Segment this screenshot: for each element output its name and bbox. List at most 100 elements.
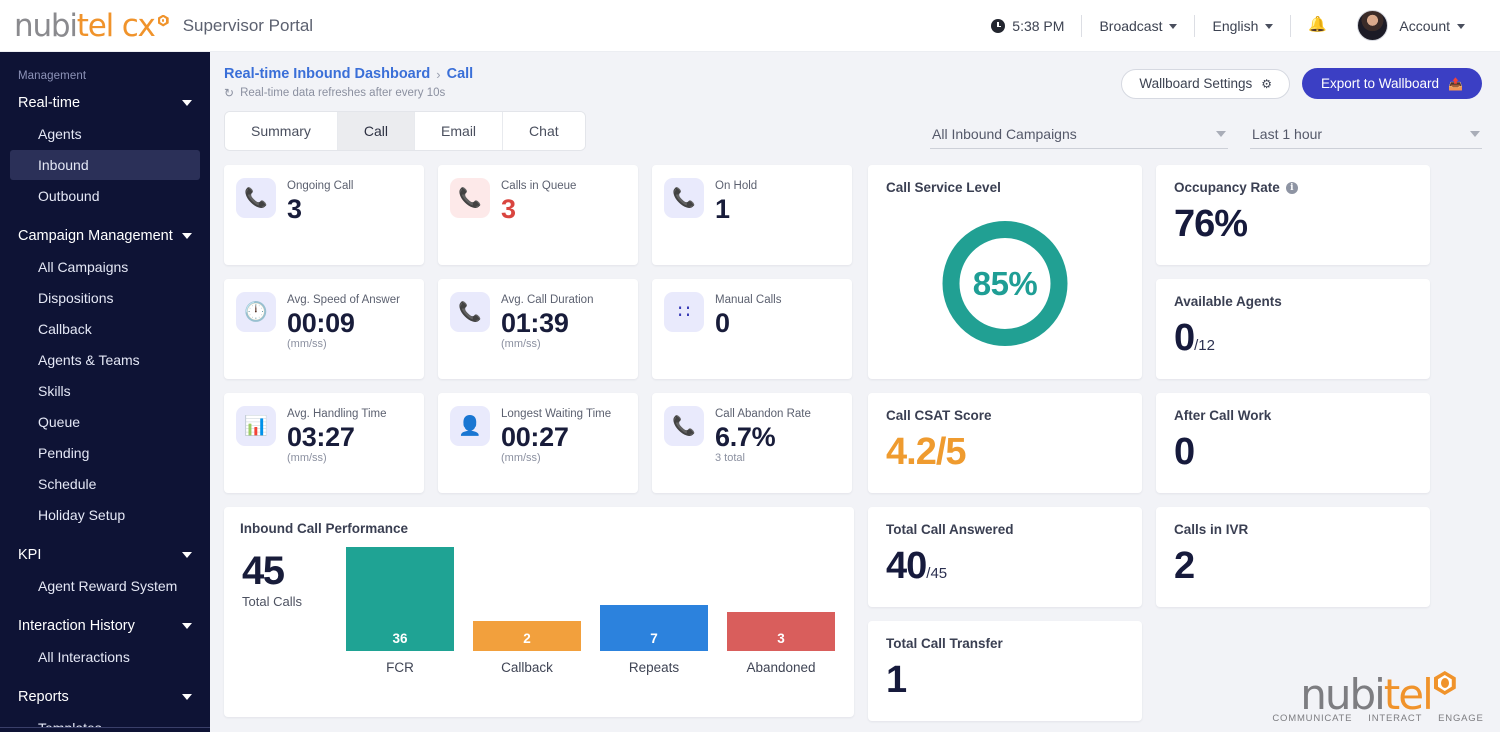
hexagon-icon <box>1433 671 1456 695</box>
sidebar-item-agent-reward-system[interactable]: Agent Reward System <box>10 571 200 601</box>
metric-body: Calls in Queue 3 <box>501 178 576 265</box>
chevron-down-icon <box>1457 24 1465 29</box>
bar-label: FCR <box>386 660 414 675</box>
gear-icon: ⚙ <box>1261 76 1272 91</box>
total-call-answered-denominator: /45 <box>926 565 948 582</box>
sidebar-group-kpi[interactable]: KPI <box>0 540 210 570</box>
total-call-answered-value-wrap: 40/45 <box>886 543 1124 597</box>
phone-wave-icon: 📞 <box>664 178 704 218</box>
breadcrumb: Real-time Inbound Dashboard › Call <box>224 66 473 82</box>
sidebar-group-label: KPI <box>18 547 42 563</box>
tab-call[interactable]: Call <box>337 112 416 150</box>
footer-logo-mark: nubi tel <box>1274 670 1482 719</box>
available-agents-title: Available Agents <box>1174 294 1282 309</box>
sidebar-group-campaign-management[interactable]: Campaign Management <box>0 221 210 251</box>
footer-logo-secondary: tel <box>1383 670 1434 719</box>
metrics-row: 🕛 Avg. Speed of Answer 00:09 (mm/ss) 📞 Avg. C… <box>224 279 854 379</box>
sidebar-item-all-interactions[interactable]: All Interactions <box>10 642 200 672</box>
campaign-select[interactable]: All Inbound Campaigns <box>930 126 1228 149</box>
broadcast-menu[interactable]: Broadcast <box>1082 18 1194 34</box>
phone-wave-icon: 📞 <box>236 178 276 218</box>
avatar <box>1357 10 1389 41</box>
info-icon[interactable]: i <box>1285 181 1298 194</box>
bar-fcr[interactable]: 36 <box>346 547 454 651</box>
bar-group: 7 Repeats <box>600 605 708 675</box>
footer-logo: nubi tel COMMUNICATE INTERACT ENGAGE <box>1272 670 1483 724</box>
period-select[interactable]: Last 1 hour <box>1250 126 1482 149</box>
occupancy-rate-title: Occupancy Rate i <box>1174 180 1412 195</box>
kpi-row: Call CSAT Score 4.2/5 After Call Work 0 <box>868 393 1482 493</box>
sidebar-item-agents[interactable]: Agents <box>10 119 200 149</box>
sidebar-item-all-campaigns[interactable]: All Campaigns <box>10 252 200 282</box>
sidebar-nav: Management Real-time Agents Inbound Outbound… <box>0 64 210 732</box>
sidebar-item-pending[interactable]: Pending <box>10 438 200 468</box>
sidebar-item-agents-teams[interactable]: Agents & Teams <box>10 345 200 375</box>
export-to-wallboard-button[interactable]: Export to Wallboard 📤 <box>1301 68 1482 99</box>
logo-text-secondary: tel cx <box>76 7 156 44</box>
sidebar-item-inbound[interactable]: Inbound <box>10 150 200 180</box>
logo-text-primary: nubi <box>14 7 78 44</box>
metric-value: 1 <box>715 194 730 224</box>
clock-icon <box>991 18 1006 33</box>
metrics-column: 📞 Ongoing Call 3 📞 Calls in Queue 3 📞 On Hold 1 … <box>224 165 854 732</box>
metric-card-on-hold: 📞 On Hold 1 <box>652 165 852 265</box>
sidebar-item-schedule[interactable]: Schedule <box>10 469 200 499</box>
refresh-note: ↻ Real-time data refreshes after every 1… <box>224 87 473 99</box>
sidebar: Management Real-time Agents Inbound Outbound… <box>0 52 210 732</box>
breadcrumb-parent[interactable]: Real-time Inbound Dashboard <box>224 66 430 82</box>
metric-body: On Hold 1 <box>715 178 757 265</box>
sidebar-group-interaction-history[interactable]: Interaction History <box>0 611 210 641</box>
bar-label: Repeats <box>628 660 680 675</box>
metric-label: Avg. Handling Time <box>287 408 387 420</box>
after-call-work-value: 0 <box>1174 431 1195 473</box>
sidebar-item-dispositions[interactable]: Dispositions <box>10 283 200 313</box>
tab-chat[interactable]: Chat <box>503 112 585 150</box>
chevron-down-icon <box>182 623 192 629</box>
refresh-icon: ↻ <box>224 86 235 100</box>
metric-sublabel: (mm/ss) <box>501 338 541 350</box>
bar-callback[interactable]: 2 <box>473 621 581 651</box>
export-icon: 📤 <box>1448 76 1463 91</box>
metric-card-manual-calls: ∷ Manual Calls 0 <box>652 279 852 379</box>
total-call-transfer-value: 1 <box>886 659 907 701</box>
broadcast-label: Broadcast <box>1099 17 1163 34</box>
language-menu[interactable]: English <box>1195 18 1290 34</box>
portal-title: Supervisor Portal <box>182 15 314 35</box>
calls-in-ivr-value: 2 <box>1174 545 1195 587</box>
account-menu[interactable]: Account <box>1340 10 1482 41</box>
metric-card-longest-waiting-time: 👤 Longest Waiting Time 00:27 (mm/ss) <box>438 393 638 493</box>
header-row: Real-time Inbound Dashboard › Call ↻ Rea… <box>224 66 1482 99</box>
metrics-row: 📊 Avg. Handling Time 03:27 (mm/ss) 👤 Longest … <box>224 393 854 493</box>
sidebar-group-label: Interaction History <box>18 618 135 634</box>
refresh-text: Real-time data refreshes after every 10s <box>240 87 446 99</box>
metric-sublabel: (mm/ss) <box>287 338 327 350</box>
bar-group: 36 FCR <box>346 547 454 675</box>
sidebar-item-callback[interactable]: Callback <box>10 314 200 344</box>
chevron-down-icon <box>1169 24 1178 29</box>
available-agents-value: 0 <box>1174 317 1195 359</box>
metric-label: On Hold <box>715 180 758 192</box>
sidebar-group-real-time[interactable]: Real-time <box>0 88 210 118</box>
tab-email[interactable]: Email <box>415 112 504 150</box>
chevron-down-icon <box>1216 131 1226 137</box>
export-label: Export to Wallboard <box>1320 76 1440 91</box>
sidebar-item-holiday-setup[interactable]: Holiday Setup <box>10 500 200 530</box>
bar-label: Abandoned <box>746 660 816 675</box>
notifications-button[interactable] <box>1291 15 1340 34</box>
bar-abandoned[interactable]: 3 <box>727 612 835 651</box>
bar-repeats[interactable]: 7 <box>600 605 708 651</box>
metric-sublabel: (mm/ss) <box>501 452 541 464</box>
sidebar-item-queue[interactable]: Queue <box>10 407 200 437</box>
sidebar-item-skills[interactable]: Skills <box>10 376 200 406</box>
footer-logo-primary: nubi <box>1300 670 1386 719</box>
sidebar-item-outbound[interactable]: Outbound <box>10 181 200 211</box>
person-clock-icon: 👤 <box>450 406 490 446</box>
wallboard-settings-button[interactable]: Wallboard Settings ⚙ <box>1121 68 1290 99</box>
sidebar-group-reports[interactable]: Reports <box>0 682 210 712</box>
app-logo[interactable]: nubi tel cx <box>14 7 169 44</box>
phone-x-icon: 📞 <box>664 406 704 446</box>
sidebar-group-label: Campaign Management <box>18 228 173 244</box>
tab-summary[interactable]: Summary <box>225 112 338 150</box>
campaign-select-value: All Inbound Campaigns <box>932 126 1077 142</box>
